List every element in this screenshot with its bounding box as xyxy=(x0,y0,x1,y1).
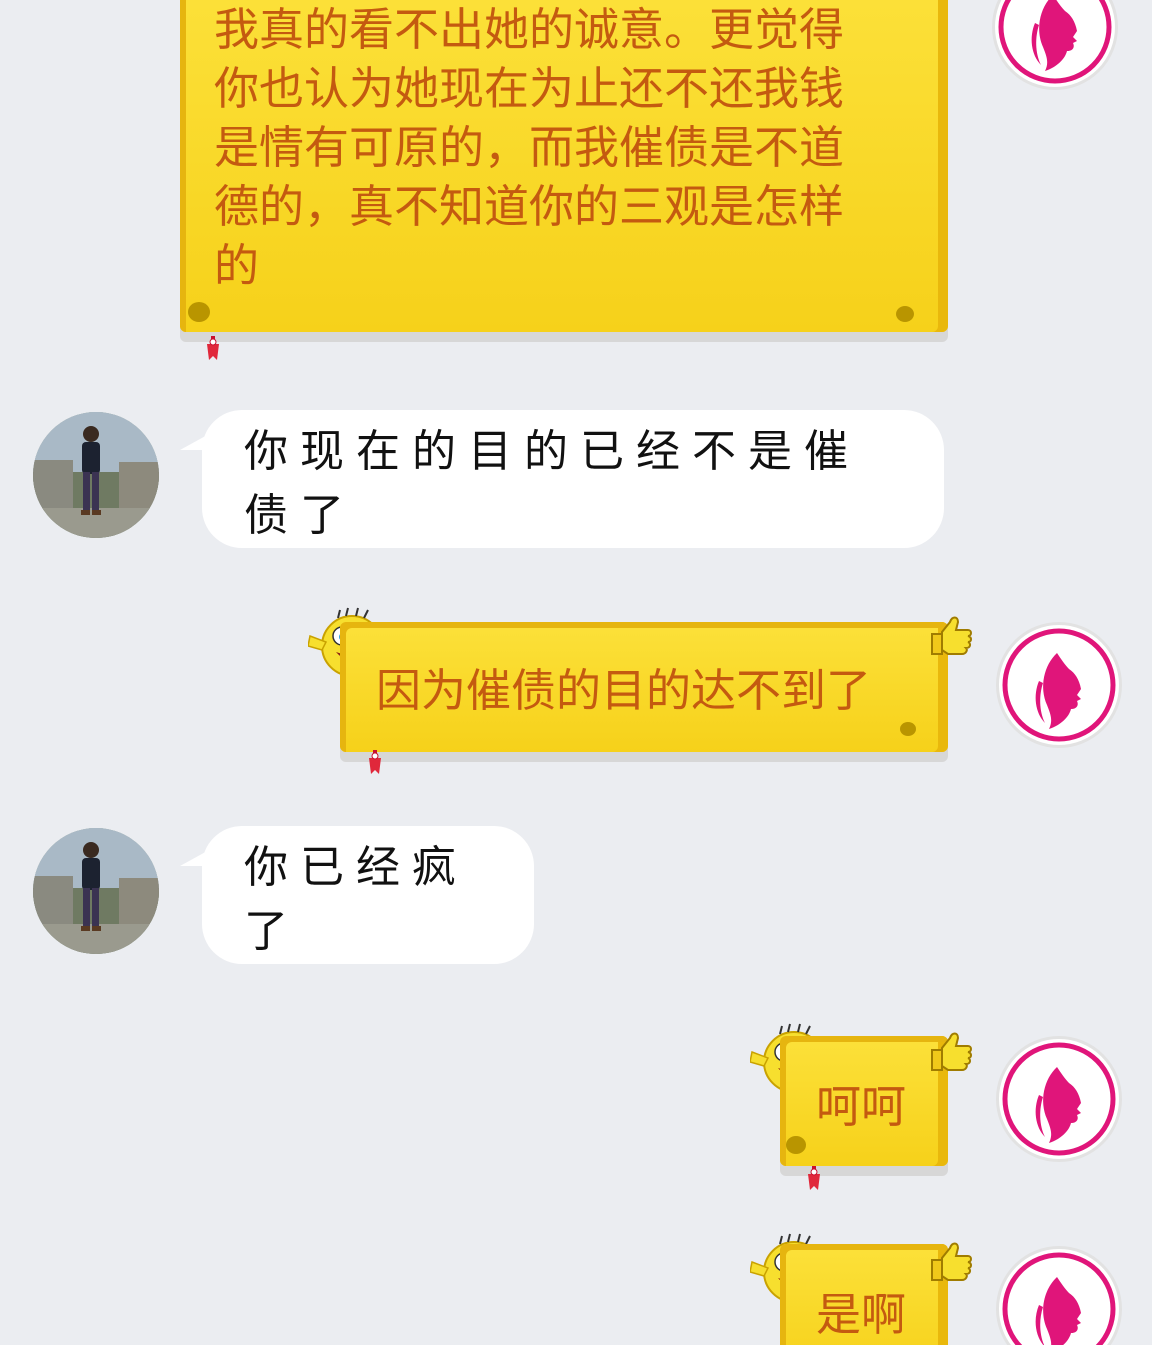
scroll-hole xyxy=(188,302,210,322)
message-self-2: 因为催债的目的达不到了 xyxy=(0,600,1152,780)
self-message-bubble[interactable]: 是啊 xyxy=(780,1244,948,1345)
peer-message-bubble[interactable]: 你已经疯了 xyxy=(180,826,534,964)
scroll-hole xyxy=(786,1136,806,1154)
message-peer-2: 你已经疯了 xyxy=(0,826,1152,966)
woman-profile-logo-icon xyxy=(995,0,1115,87)
self-message-bubble[interactable]: 我真的看不出她的诚意。更觉得 你也认为她现在为止还不还我钱 是情有可原的，而我催… xyxy=(180,0,948,332)
message-text: 呵呵 xyxy=(816,1080,907,1133)
message-text: 我真的看不出她的诚意。更觉得 你也认为她现在为止还不还我钱 是情有可原的，而我催… xyxy=(214,3,845,292)
self-message-bubble[interactable]: 呵呵 xyxy=(780,1036,948,1166)
person-photo xyxy=(33,412,159,538)
self-message-bubble[interactable]: 因为催债的目的达不到了 xyxy=(340,622,948,752)
scroll-hole xyxy=(896,306,914,322)
message-text: 你已经疯了 xyxy=(244,842,468,957)
message-text: 因为催债的目的达不到了 xyxy=(376,664,872,717)
tassel-icon xyxy=(806,1166,822,1192)
thumbs-up-icon xyxy=(928,1236,976,1284)
self-avatar[interactable] xyxy=(996,1036,1122,1162)
tassel-icon xyxy=(367,750,383,776)
self-avatar[interactable] xyxy=(996,1246,1122,1345)
peer-avatar[interactable] xyxy=(33,412,159,538)
tassel-icon xyxy=(205,336,221,362)
message-self-1: 我真的看不出她的诚意。更觉得 你也认为她现在为止还不还我钱 是情有可原的，而我催… xyxy=(0,0,1152,360)
person-photo xyxy=(33,828,159,954)
peer-message-bubble[interactable]: 你现在的目的已经不是催债了 xyxy=(180,410,944,548)
self-avatar[interactable] xyxy=(992,0,1118,90)
self-avatar[interactable] xyxy=(996,622,1122,748)
peer-avatar[interactable] xyxy=(33,828,159,954)
woman-profile-logo-icon xyxy=(999,625,1119,745)
woman-profile-logo-icon xyxy=(999,1249,1119,1345)
message-text: 你现在的目的已经不是催债了 xyxy=(244,426,860,541)
scroll-hole xyxy=(900,722,916,736)
message-text: 是啊 xyxy=(816,1288,907,1341)
thumbs-up-icon xyxy=(928,1026,976,1074)
message-self-4: 是啊 xyxy=(0,1226,1152,1345)
thumbs-up-icon xyxy=(928,610,976,658)
message-peer-1: 你现在的目的已经不是催债了 xyxy=(0,410,1152,550)
woman-profile-logo-icon xyxy=(999,1039,1119,1159)
message-self-3: 呵呵 xyxy=(0,1016,1152,1196)
